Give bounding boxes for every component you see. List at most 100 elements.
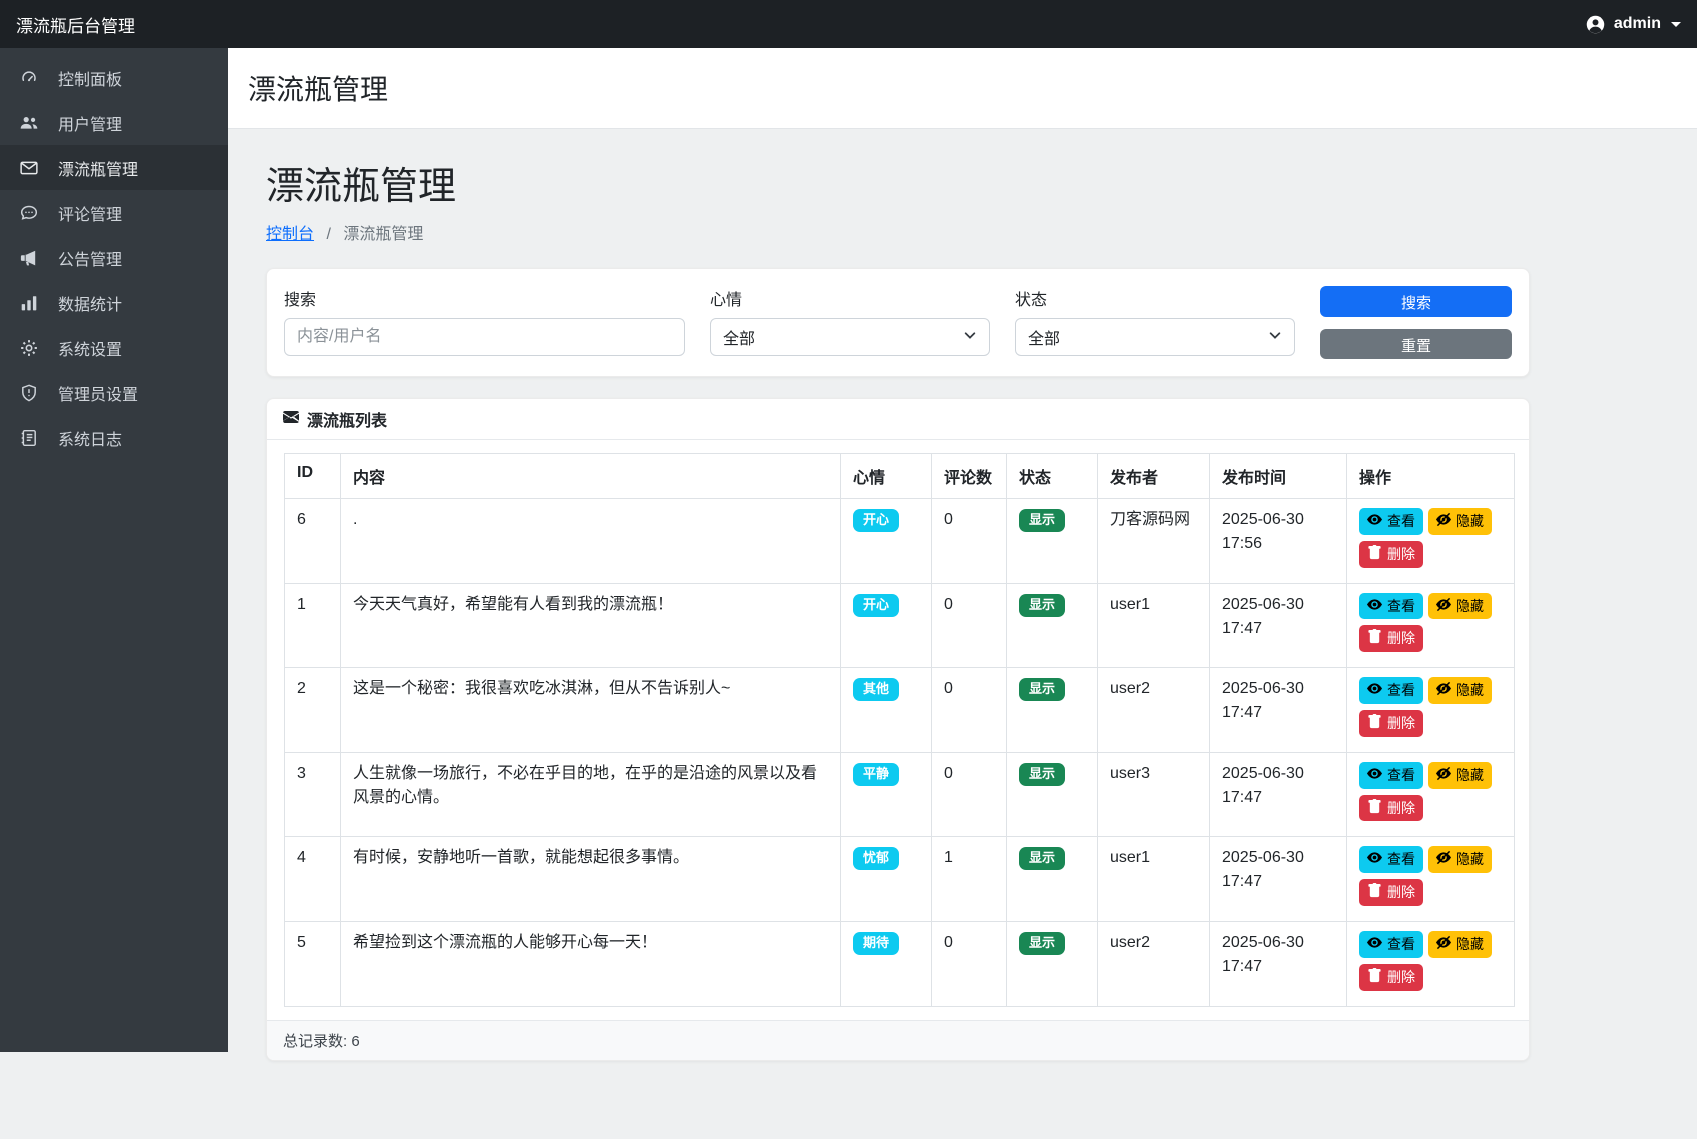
- table-row: 1 今天天气真好，希望能有人看到我的漂流瓶！ 开心 0 显示 user1 202…: [285, 583, 1515, 668]
- cell-id: 2: [285, 668, 341, 753]
- mood-select[interactable]: 全部: [710, 318, 990, 356]
- cell-time: 2025-06-30 17:47: [1210, 668, 1347, 753]
- delete-button[interactable]: 删除: [1359, 541, 1423, 568]
- eye-icon: [1367, 766, 1382, 785]
- delete-button[interactable]: 删除: [1359, 879, 1423, 906]
- delete-button[interactable]: 删除: [1359, 795, 1423, 822]
- hide-button[interactable]: 隐藏: [1428, 508, 1492, 535]
- status-badge: 显示: [1019, 678, 1065, 701]
- cell-status: 显示: [1007, 752, 1098, 837]
- status-label: 状态: [1015, 286, 1295, 310]
- cell-id: 6: [285, 499, 341, 584]
- view-button[interactable]: 查看: [1359, 762, 1423, 789]
- cell-mood: 开心: [841, 499, 932, 584]
- cell-publisher: user2: [1098, 921, 1210, 1006]
- sidebar-item-announcements[interactable]: 公告管理: [0, 235, 228, 280]
- publish-date: 2025-06-30: [1222, 846, 1334, 870]
- mood-badge: 其他: [853, 678, 899, 701]
- envelope-icon: [18, 159, 40, 177]
- hide-button[interactable]: 隐藏: [1428, 677, 1492, 704]
- hide-button[interactable]: 隐藏: [1428, 593, 1492, 620]
- status-select[interactable]: 全部: [1015, 318, 1295, 356]
- cell-content: 这是一个秘密：我很喜欢吃冰淇淋，但从不告诉别人~: [341, 668, 841, 753]
- table-row: 2 这是一个秘密：我很喜欢吃冰淇淋，但从不告诉别人~ 其他 0 显示 user2…: [285, 668, 1515, 753]
- speedometer-icon: [18, 69, 40, 87]
- reset-button[interactable]: 重置: [1320, 329, 1512, 359]
- view-button[interactable]: 查看: [1359, 846, 1423, 873]
- view-button[interactable]: 查看: [1359, 593, 1423, 620]
- publish-date: 2025-06-30: [1222, 931, 1334, 955]
- col-mood: 心情: [841, 454, 932, 499]
- publish-time: 17:47: [1222, 786, 1334, 810]
- sidebar-item-label: 评论管理: [58, 201, 122, 225]
- bottle-table: ID 内容 心情 评论数 状态 发布者 发布时间 操作 6 .: [284, 453, 1515, 1007]
- trash-icon: [1367, 968, 1382, 987]
- sidebar-item-settings[interactable]: 系统设置: [0, 325, 228, 370]
- view-button[interactable]: 查看: [1359, 677, 1423, 704]
- envelope-icon: [283, 409, 299, 430]
- user-name: admin: [1614, 15, 1661, 33]
- status-badge: 显示: [1019, 594, 1065, 617]
- person-circle-icon: [1585, 14, 1606, 35]
- cell-actions: 查看 隐藏 删除: [1347, 752, 1515, 837]
- eye-slash-icon: [1436, 766, 1451, 785]
- user-menu[interactable]: admin: [1585, 14, 1681, 35]
- journal-icon: [18, 429, 40, 447]
- view-button[interactable]: 查看: [1359, 508, 1423, 535]
- publish-date: 2025-06-30: [1222, 762, 1334, 786]
- sidebar-item-statistics[interactable]: 数据统计: [0, 280, 228, 325]
- view-button[interactable]: 查看: [1359, 931, 1423, 958]
- card-header: 漂流瓶列表: [267, 399, 1529, 440]
- mood-badge: 平静: [853, 763, 899, 786]
- cell-content: 有时候，安静地听一首歌，就能想起很多事情。: [341, 837, 841, 922]
- sidebar: 控制面板 用户管理 漂流瓶管理 评论管理 公告管理: [0, 48, 228, 1052]
- breadcrumb: 控制台 / 漂流瓶管理: [266, 220, 1659, 244]
- publish-date: 2025-06-30: [1222, 593, 1334, 617]
- col-publisher: 发布者: [1098, 454, 1210, 499]
- status-badge: 显示: [1019, 847, 1065, 870]
- table-row: 6 . 开心 0 显示 刀客源码网 2025-06-30 17:56 查看 隐藏: [285, 499, 1515, 584]
- cell-time: 2025-06-30 17:47: [1210, 921, 1347, 1006]
- delete-button[interactable]: 删除: [1359, 964, 1423, 991]
- chevron-down-icon: [1268, 328, 1282, 347]
- eye-icon: [1367, 512, 1382, 531]
- publish-time: 17:56: [1222, 532, 1334, 556]
- col-id: ID: [285, 454, 341, 499]
- cell-id: 5: [285, 921, 341, 1006]
- sidebar-item-logs[interactable]: 系统日志: [0, 415, 228, 460]
- sidebar-item-admins[interactable]: 管理员设置: [0, 370, 228, 415]
- publish-time: 17:47: [1222, 617, 1334, 641]
- search-input[interactable]: [284, 318, 685, 356]
- eye-slash-icon: [1436, 512, 1451, 531]
- search-button[interactable]: 搜索: [1320, 286, 1512, 317]
- hide-button[interactable]: 隐藏: [1428, 931, 1492, 958]
- comment-icon: [18, 204, 40, 222]
- cell-status: 显示: [1007, 668, 1098, 753]
- delete-button[interactable]: 删除: [1359, 625, 1423, 652]
- sidebar-item-dashboard[interactable]: 控制面板: [0, 55, 228, 100]
- hide-button[interactable]: 隐藏: [1428, 762, 1492, 789]
- sidebar-item-label: 公告管理: [58, 246, 122, 270]
- table-row: 4 有时候，安静地听一首歌，就能想起很多事情。 忧郁 1 显示 user1 20…: [285, 837, 1515, 922]
- delete-button[interactable]: 删除: [1359, 710, 1423, 737]
- search-label: 搜索: [284, 286, 685, 310]
- sidebar-item-users[interactable]: 用户管理: [0, 100, 228, 145]
- eye-slash-icon: [1436, 935, 1451, 954]
- sidebar-item-comments[interactable]: 评论管理: [0, 190, 228, 235]
- cell-comments: 0: [932, 499, 1007, 584]
- cell-status: 显示: [1007, 499, 1098, 584]
- trash-icon: [1367, 883, 1382, 902]
- hide-button[interactable]: 隐藏: [1428, 846, 1492, 873]
- sidebar-item-bottles[interactable]: 漂流瓶管理: [0, 145, 228, 190]
- page-header-band: 漂流瓶管理: [228, 48, 1697, 129]
- cell-id: 1: [285, 583, 341, 668]
- main-area: 漂流瓶管理 漂流瓶管理 控制台 / 漂流瓶管理 搜索 心情: [228, 48, 1697, 1087]
- users-icon: [18, 114, 40, 132]
- sidebar-item-label: 系统日志: [58, 426, 122, 450]
- publish-time: 17:47: [1222, 955, 1334, 979]
- app-brand[interactable]: 漂流瓶后台管理: [16, 12, 135, 37]
- shield-icon: [18, 384, 40, 402]
- breadcrumb-home-link[interactable]: 控制台: [266, 226, 314, 243]
- mood-select-value: 全部: [723, 325, 755, 349]
- col-actions: 操作: [1347, 454, 1515, 499]
